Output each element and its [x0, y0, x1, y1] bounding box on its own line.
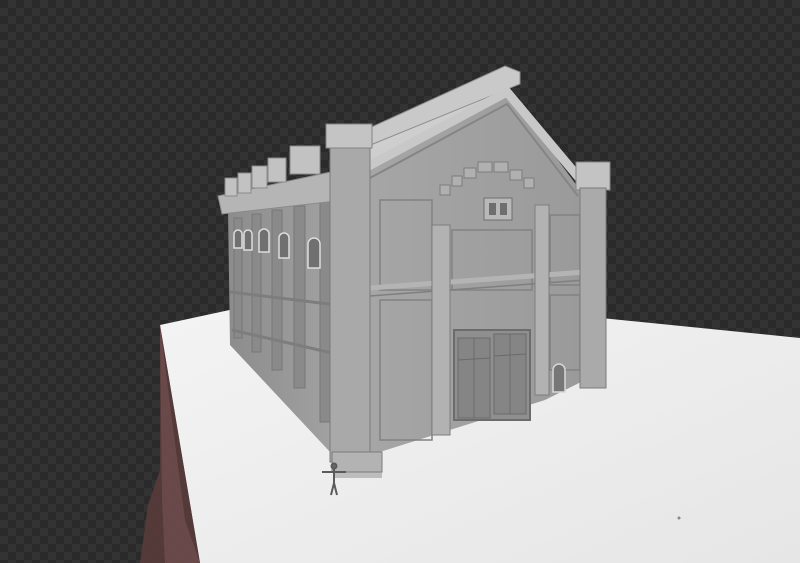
ground-speck: [677, 516, 681, 520]
end-pier: [575, 161, 611, 389]
gable-vent: [483, 197, 513, 221]
side-door[interactable]: [552, 363, 566, 393]
3d-viewport[interactable]: [0, 0, 800, 563]
main-doors[interactable]: [453, 329, 531, 421]
